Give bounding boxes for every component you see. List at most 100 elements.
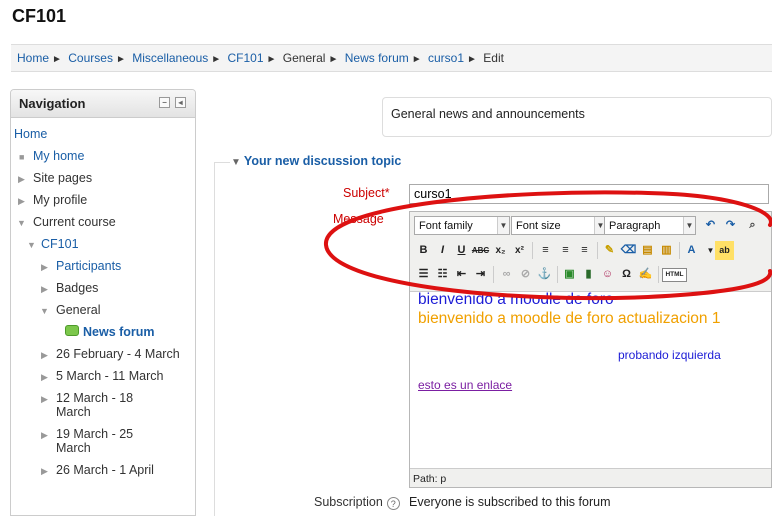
nav-item-site-pages[interactable]: ▶ Site pages xyxy=(11,169,195,187)
nav-item-label: Badges xyxy=(56,281,99,295)
breadcrumb-home[interactable]: Home xyxy=(17,51,49,65)
nav-item-label: 19 March - 25 March xyxy=(56,427,134,455)
breadcrumb-miscellaneous[interactable]: Miscellaneous xyxy=(132,51,208,65)
nav-item-label: 5 March - 11 March xyxy=(56,369,164,383)
bullet-list-icon[interactable]: ☰ xyxy=(414,265,433,284)
editor-text-line: bienvenido a moodle de foro actualizacio… xyxy=(418,310,721,327)
collapse-arrow-icon: ▼ xyxy=(231,157,241,168)
forum-intro-box: General news and announcements xyxy=(382,97,772,137)
editor-path: Path: p xyxy=(413,473,447,485)
text-color-icon[interactable]: A xyxy=(682,241,701,260)
breadcrumb-courses[interactable]: Courses xyxy=(68,51,113,65)
format-select[interactable]: Paragraph ▼ xyxy=(604,216,696,235)
find-icon[interactable]: ⌕ xyxy=(743,216,762,235)
toolbar-separator xyxy=(532,242,533,259)
breadcrumb-separator-icon: ► xyxy=(467,54,477,65)
numbered-list-icon[interactable]: ☷ xyxy=(433,265,452,284)
format-value: Paragraph xyxy=(609,220,661,232)
underline-icon[interactable]: U xyxy=(452,241,471,260)
collapse-arrow-icon: ▼ xyxy=(40,306,49,316)
nav-item-current-course[interactable]: ▼ Current course xyxy=(11,213,195,231)
eraser-icon[interactable]: ⌫ xyxy=(619,241,638,260)
toolbar-separator xyxy=(597,242,598,259)
subscription-value: Everyone is subscribed to this forum xyxy=(409,495,611,509)
nav-item-participants[interactable]: ▶ Participants xyxy=(11,257,195,275)
expand-arrow-icon: ▶ xyxy=(41,430,48,440)
undo-icon[interactable]: ↶ xyxy=(701,216,720,235)
breadcrumb: Home ► Courses ► Miscellaneous ► CF101 ► Gen… xyxy=(11,44,772,72)
subject-input[interactable] xyxy=(409,184,769,204)
link-icon[interactable]: ∞ xyxy=(497,265,516,284)
breadcrumb-curso1[interactable]: curso1 xyxy=(428,51,464,65)
nav-item-week-2[interactable]: ▶ 5 March - 11 March xyxy=(11,367,195,385)
navigation-header: Navigation − ◂ xyxy=(11,90,195,118)
font-size-select[interactable]: Font size ▼ xyxy=(511,216,607,235)
image-icon[interactable]: ▣ xyxy=(560,265,579,284)
nav-item-label: Home xyxy=(14,127,48,141)
special-char-icon[interactable]: Ω xyxy=(617,265,636,284)
superscript-icon[interactable]: x² xyxy=(510,241,529,260)
subscript-icon[interactable]: x₂ xyxy=(491,241,510,260)
editor-toolbar: Font family ▼ Font size ▼ Paragraph ▼ ↶ ↷ ⌕… xyxy=(410,212,771,292)
message-editor[interactable]: Font family ▼ Font size ▼ Paragraph ▼ ↶ ↷ ⌕… xyxy=(409,211,772,488)
nav-item-week-5[interactable]: ▶ 26 March - 1 April xyxy=(11,461,195,479)
nav-item-news-forum[interactable]: News forum xyxy=(11,323,195,341)
paste-word-icon[interactable]: ▥ xyxy=(657,241,676,260)
paste-text-icon[interactable]: ▤ xyxy=(638,241,657,260)
emoticon-icon[interactable]: ☺ xyxy=(598,265,617,284)
nav-item-label: General xyxy=(56,303,101,317)
outdent-icon[interactable]: ⇤ xyxy=(452,265,471,284)
nav-item-home[interactable]: Home xyxy=(11,125,195,143)
nav-item-label: 26 February - 4 March xyxy=(56,347,180,361)
breadcrumb-separator-icon: ► xyxy=(328,54,339,65)
toolbar-separator xyxy=(679,242,680,259)
edit-icon[interactable]: ✍ xyxy=(636,265,655,284)
editor-link[interactable]: esto es un enlace xyxy=(418,378,512,392)
media-icon[interactable]: ▮ xyxy=(579,265,598,284)
align-center-icon[interactable]: ≡ xyxy=(556,241,575,260)
align-left-icon[interactable]: ≡ xyxy=(536,241,555,260)
fieldset-legend[interactable]: ▼ Your new discussion topic xyxy=(231,154,406,168)
breadcrumb-separator-icon: ► xyxy=(52,54,62,65)
redo-icon[interactable]: ↷ xyxy=(721,216,740,235)
clean-up-icon[interactable]: ✎ xyxy=(600,241,619,260)
italic-icon[interactable]: I xyxy=(433,241,452,260)
navigation-title: Navigation xyxy=(19,96,86,111)
breadcrumb-general: General xyxy=(282,51,326,65)
font-family-select[interactable]: Font family ▼ xyxy=(414,216,510,235)
toolbar-separator xyxy=(493,266,494,283)
nav-item-week-3[interactable]: ▶ 12 March - 18 March xyxy=(11,389,161,421)
nav-item-my-home[interactable]: ■ My home xyxy=(11,147,195,165)
help-icon[interactable]: ? xyxy=(386,497,400,510)
breadcrumb-cf101[interactable]: CF101 xyxy=(228,51,264,65)
expand-arrow-icon: ▶ xyxy=(41,262,48,272)
nav-item-general[interactable]: ▼ General xyxy=(11,301,195,319)
editor-text-line: probando izquierda xyxy=(618,348,721,362)
nav-item-week-1[interactable]: ▶ 26 February - 4 March xyxy=(11,345,186,363)
breadcrumb-separator-icon: ► xyxy=(411,54,422,65)
nav-item-badges[interactable]: ▶ Badges xyxy=(11,279,195,297)
expand-arrow-icon: ▶ xyxy=(41,466,48,476)
bold-icon[interactable]: B xyxy=(414,241,433,260)
dock-icon[interactable]: ◂ xyxy=(175,97,186,108)
message-label: Message xyxy=(333,212,384,226)
collapse-icon[interactable]: − xyxy=(159,97,170,108)
nav-item-week-4[interactable]: ▶ 19 March - 25 March xyxy=(11,425,161,457)
indent-icon[interactable]: ⇥ xyxy=(471,265,490,284)
highlight-color-icon[interactable]: ab xyxy=(715,241,734,260)
chevron-down-icon: ▼ xyxy=(683,217,695,234)
nav-item-label: Participants xyxy=(56,259,122,273)
html-source-button[interactable]: HTML xyxy=(662,268,687,282)
nav-item-label: Site pages xyxy=(33,171,93,185)
breadcrumb-separator-icon: ► xyxy=(211,54,222,65)
unlink-icon[interactable]: ⊘ xyxy=(516,265,535,284)
nav-item-my-profile[interactable]: ▶ My profile xyxy=(11,191,195,209)
font-size-value: Font size xyxy=(516,220,561,232)
nav-item-label: CF101 xyxy=(41,237,79,251)
align-right-icon[interactable]: ≡ xyxy=(575,241,594,260)
breadcrumb-news-forum[interactable]: News forum xyxy=(345,51,409,65)
anchor-icon[interactable]: ⚓ xyxy=(535,265,554,284)
strikethrough-icon[interactable]: ABC xyxy=(471,241,490,260)
nav-item-cf101[interactable]: ▼ CF101 xyxy=(11,235,195,253)
navigation-block: Navigation − ◂ Home ■ My home ▶ Site pag… xyxy=(10,89,196,516)
